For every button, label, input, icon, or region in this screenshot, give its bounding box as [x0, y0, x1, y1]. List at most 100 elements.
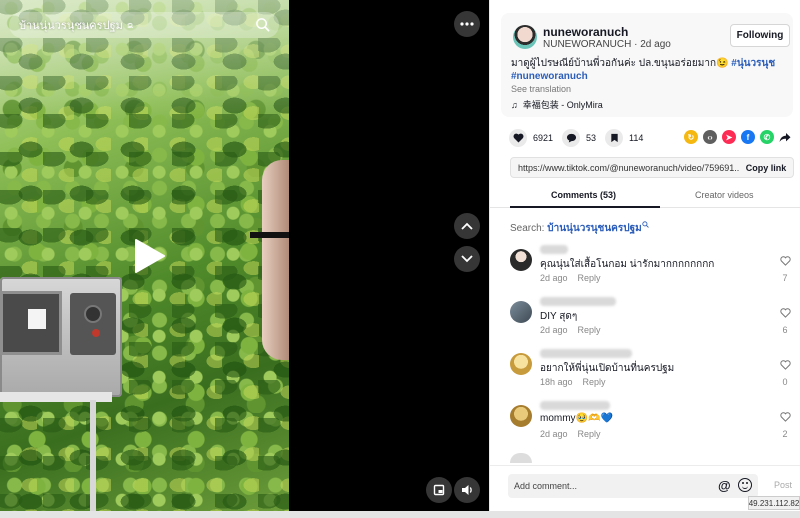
video-frame[interactable]: บ้านนุ่นวรนุชนครปฐม ຂ [0, 0, 289, 511]
video-caption: มาดูผู้ไปรษณีย์บ้านพี่วอกันค่ะ ปล.ขนุนอร… [511, 57, 781, 83]
next-video-button[interactable] [454, 246, 480, 272]
search-icon[interactable] [255, 17, 270, 32]
search-icon[interactable] [642, 221, 649, 228]
comment-like-button[interactable]: 7 [778, 253, 792, 283]
tab-comments[interactable]: Comments (53) [551, 190, 616, 200]
comment-button[interactable]: 53 [562, 128, 596, 148]
video-search-bar[interactable]: บ้านนุ่นวรนุชนครปฐม ຂ [9, 12, 279, 38]
comment-meta: 2d ago Reply [540, 273, 601, 283]
video-url[interactable]: https://www.tiktok.com/@nuneworanuch/vid… [511, 163, 739, 173]
comment-item: อยากให้พี่นุ่นเปิดบ้านที่นครปฐม 18h ago R… [510, 349, 794, 393]
save-count: 114 [629, 133, 644, 143]
reply-button[interactable]: Reply [578, 429, 601, 439]
avatar[interactable] [513, 25, 537, 49]
author-nickname[interactable]: NUNEWORANUCH [543, 39, 631, 50]
bookmark-icon [605, 129, 623, 147]
copy-link-button[interactable]: Copy link [739, 158, 793, 177]
comment-item: DIY สุดๆ 2d ago Reply 6 [510, 297, 794, 341]
repost-icon[interactable]: ↻ [684, 130, 698, 144]
send-icon[interactable]: ➤ [722, 130, 736, 144]
emoji-icon[interactable] [738, 478, 752, 492]
see-translation-link[interactable]: See translation [511, 84, 571, 94]
commenter-name-blurred[interactable] [540, 245, 568, 254]
save-button[interactable]: 114 [605, 128, 643, 148]
video-search-query: บ้านนุ่นวรนุชนครปฐม [19, 20, 123, 32]
picture-in-picture-button[interactable] [426, 477, 452, 503]
comment-text: อยากให้พี่นุ่นเปิดบ้านที่นครปฐม [540, 363, 675, 374]
mention-icon[interactable]: @ [718, 478, 731, 493]
comment-like-button[interactable]: 0 [778, 357, 792, 387]
commenter-name-blurred[interactable] [540, 297, 616, 306]
comment-like-count: 7 [782, 273, 788, 283]
taskbar-strip [0, 511, 800, 518]
avatar[interactable] [510, 301, 532, 323]
avatar[interactable] [510, 249, 532, 271]
avatar[interactable] [510, 405, 532, 427]
related-search: Search: บ้านนุ่นวรนุชนครปฐม [510, 221, 649, 236]
comment-like-button[interactable]: 2 [778, 409, 792, 439]
comment-like-count: 6 [782, 325, 788, 335]
volume-icon [461, 485, 472, 495]
whatsapp-icon[interactable]: ✆ [760, 130, 774, 144]
commenter-name-blurred[interactable] [540, 349, 632, 358]
heart-outline-icon [779, 308, 791, 318]
microwave-sticker [28, 309, 46, 329]
heart-outline-icon [779, 360, 791, 370]
chevron-up-icon [461, 222, 473, 230]
hashtag-link[interactable]: #nuneworanuch [511, 71, 588, 82]
active-tab-indicator [510, 206, 660, 208]
like-count: 6921 [533, 133, 554, 143]
volume-button[interactable] [454, 477, 480, 503]
post-time: 2d ago [640, 39, 671, 50]
embed-icon[interactable]: ‹› [703, 130, 717, 144]
reply-button[interactable]: Reply [578, 273, 601, 283]
facebook-icon[interactable]: f [741, 130, 755, 144]
comment-text: mommy🥹🫶💙 [540, 413, 613, 424]
panel-tabs: Comments (53) Creator videos [490, 184, 800, 208]
microwave-button [92, 329, 100, 337]
more-options-button[interactable] [454, 11, 480, 37]
comment-time: 2d ago [540, 325, 568, 335]
author-meta: NUNEWORANUCH · 2d ago [543, 39, 671, 50]
avatar [510, 453, 532, 463]
comment-text: คุณนุ่นใส่เสื้อโนกอม น่ารักมากกกกกกกก [540, 259, 715, 270]
following-button[interactable]: Following [730, 24, 790, 47]
video-search-suffix: ຂ [126, 19, 134, 30]
meta-separator: · [631, 39, 641, 50]
comment-icon [562, 129, 580, 147]
post-button[interactable]: Post [774, 480, 792, 490]
comment-time: 2d ago [540, 429, 568, 439]
reply-button[interactable]: Reply [583, 377, 606, 387]
picture-in-picture-icon [433, 484, 445, 496]
music-link[interactable]: ♫ 幸福包装 - OnlyMira [511, 98, 603, 111]
hashtag-link[interactable]: #นุ่นวรนุช [731, 58, 775, 69]
video-link-box: https://www.tiktok.com/@nuneworanuch/vid… [510, 157, 794, 178]
author-username[interactable]: nuneworanuch [543, 25, 628, 39]
tab-creator-videos[interactable]: Creator videos [695, 190, 754, 200]
related-search-prefix: Search: [510, 223, 548, 234]
comment-like-button[interactable]: 6 [778, 305, 792, 335]
comment-item: mommy🥹🫶💙 2d ago Reply 2 [510, 401, 794, 445]
comment-like-count: 0 [782, 377, 788, 387]
like-button[interactable]: 6921 [509, 128, 553, 148]
comment-time: 2d ago [540, 273, 568, 283]
video-player[interactable]: บ้านนุ่นวรนุชนครปฐม ຂ [0, 0, 489, 511]
music-note-icon: ♫ [511, 99, 518, 110]
reply-button[interactable]: Reply [578, 325, 601, 335]
share-arrow-icon[interactable] [779, 132, 791, 143]
commenter-name-blurred[interactable] [540, 401, 610, 410]
comment-like-count: 2 [782, 429, 788, 439]
engagement-row: 6921 53 114 ↻ ‹› ➤ f ✆ [501, 128, 793, 150]
screen: บ้านนุ่นวรนุชนครปฐม ຂ nuneworanuch NUNEW… [0, 0, 800, 518]
related-search-link[interactable]: บ้านนุ่นวรนุชนครปฐม [547, 223, 641, 234]
glasses [250, 232, 289, 238]
comment-item: คุณนุ่นใส่เสื้อโนกอม น่ารักมากกกกกกกก 2d… [510, 245, 794, 289]
chevron-down-icon [461, 255, 473, 263]
microwave-panel [70, 293, 116, 355]
heart-outline-icon [779, 256, 791, 266]
previous-video-button[interactable] [454, 213, 480, 239]
avatar[interactable] [510, 353, 532, 375]
microwave-knob [84, 305, 102, 323]
play-icon[interactable] [132, 238, 168, 274]
video-info-card: nuneworanuch NUNEWORANUCH · 2d ago Follo… [501, 13, 793, 117]
